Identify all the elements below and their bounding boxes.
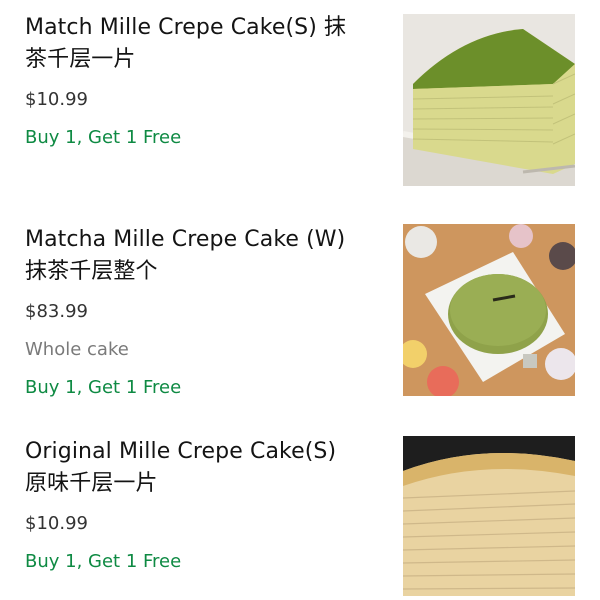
item-title-line2: 茶千层一片 — [25, 47, 136, 72]
item-title-line1: Match Mille Crepe Cake(S) 抹 — [25, 15, 347, 40]
item-price: $83.99 — [25, 301, 88, 322]
item-price: $10.99 — [25, 89, 88, 110]
menu-item-original-slice[interactable]: Original Mille Crepe Cake(S) 原味千层一片 $10.… — [0, 436, 600, 600]
item-title-line2: 原味千层一片 — [25, 471, 158, 496]
menu-item-text: Original Mille Crepe Cake(S) 原味千层一片 $10.… — [25, 436, 385, 574]
item-title-line1: Matcha Mille Crepe Cake (W) — [25, 227, 346, 252]
menu-item-matcha-slice[interactable]: Match Mille Crepe Cake(S) 抹 茶千层一片 $10.99… — [0, 12, 600, 192]
menu-item-matcha-whole[interactable]: Matcha Mille Crepe Cake (W) 抹茶千层整个 $83.9… — [0, 224, 600, 404]
item-title-line1: Original Mille Crepe Cake(S) — [25, 439, 337, 464]
item-title: Match Mille Crepe Cake(S) 抹 茶千层一片 — [25, 12, 385, 76]
item-title-line2: 抹茶千层整个 — [25, 259, 158, 284]
item-price: $10.99 — [25, 513, 88, 534]
item-promo: Buy 1, Get 1 Free — [25, 551, 182, 572]
item-description: Whole cake — [25, 339, 129, 360]
item-promo: Buy 1, Get 1 Free — [25, 127, 182, 148]
item-image-matcha-whole[interactable] — [403, 224, 575, 396]
menu-item-text: Matcha Mille Crepe Cake (W) 抹茶千层整个 $83.9… — [25, 224, 385, 400]
item-title: Original Mille Crepe Cake(S) 原味千层一片 — [25, 436, 385, 500]
menu-item-text: Match Mille Crepe Cake(S) 抹 茶千层一片 $10.99… — [25, 12, 385, 150]
item-title: Matcha Mille Crepe Cake (W) 抹茶千层整个 — [25, 224, 385, 288]
item-image-matcha-slice[interactable] — [403, 14, 575, 186]
item-image-original-slice[interactable] — [403, 436, 575, 596]
item-promo: Buy 1, Get 1 Free — [25, 377, 182, 398]
